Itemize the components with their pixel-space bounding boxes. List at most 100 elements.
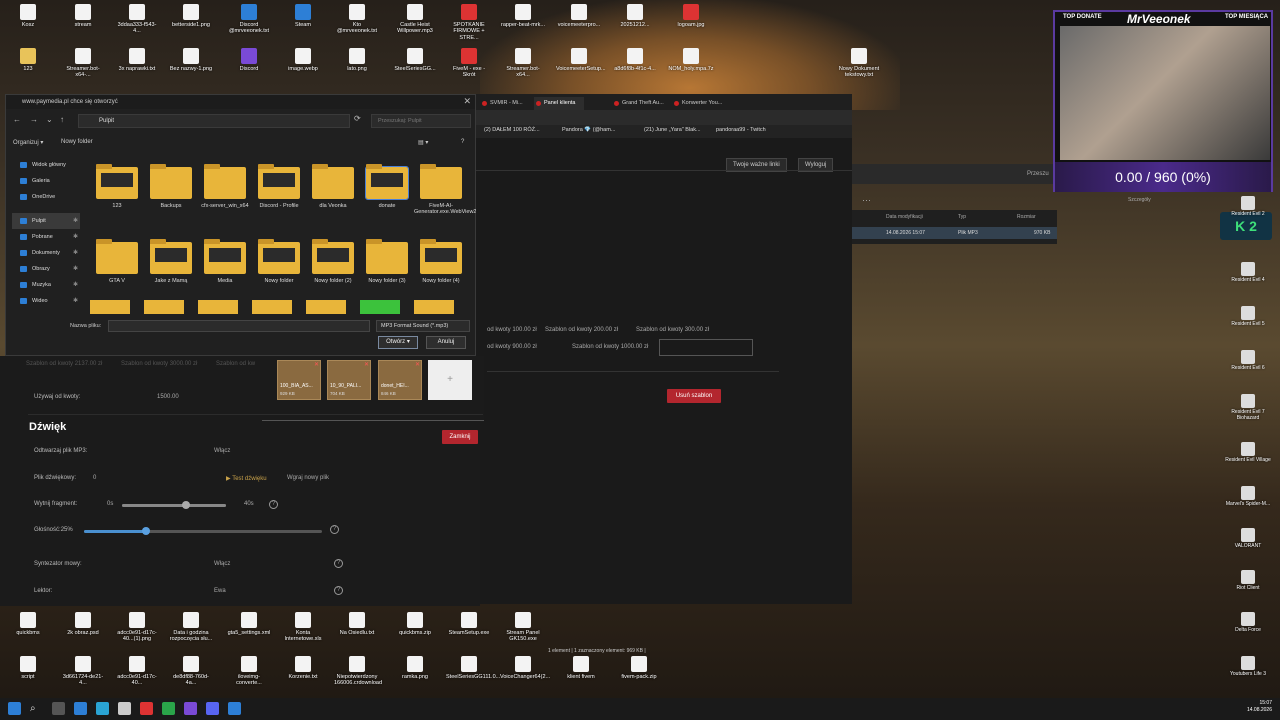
desktop-icon[interactable]: Castle Heist Willpower.mp3 bbox=[392, 4, 438, 35]
back-icon[interactable]: ← bbox=[13, 115, 21, 124]
browser-icon[interactable] bbox=[96, 702, 109, 715]
desktop-icon[interactable]: Bez nazwy-1.png bbox=[168, 48, 214, 72]
desktop-icon[interactable]: klient fivem bbox=[558, 656, 604, 680]
col-size[interactable]: Rozmiar bbox=[1017, 214, 1036, 220]
folder-item[interactable]: Nowy folder (4) bbox=[414, 239, 468, 284]
desktop-icon[interactable]: quickbms.zip bbox=[392, 612, 438, 636]
template-200[interactable]: Szablon od kwoty 200.00 zł bbox=[545, 327, 618, 333]
organize-button[interactable]: Organizuj ▾ bbox=[13, 139, 43, 146]
desktop-icon[interactable]: Konta Internetowe.xls bbox=[280, 612, 326, 643]
col-type[interactable]: Typ bbox=[958, 214, 966, 220]
start-icon[interactable] bbox=[8, 702, 21, 715]
desktop-icon[interactable]: lato.png bbox=[334, 48, 380, 72]
folder-item[interactable]: Jake z Mamą bbox=[144, 239, 198, 284]
desktop-shortcut[interactable]: VALORANT bbox=[1220, 528, 1276, 550]
desktop-icon[interactable]: gta5_settings.xml bbox=[226, 612, 272, 636]
desktop-icon[interactable]: betterside1.png bbox=[168, 4, 214, 28]
desktop-icon[interactable]: 20251212... bbox=[612, 4, 658, 28]
use-from-field[interactable]: 1500.00 bbox=[157, 394, 179, 400]
more-icon[interactable]: ··· bbox=[862, 195, 871, 205]
add-file-button[interactable]: + bbox=[428, 360, 472, 400]
sidebar-item[interactable]: Pulpit ✱ bbox=[12, 213, 80, 229]
mp3-file-tile[interactable]: ✕ 100_BIA_AS... 929 KB bbox=[277, 360, 321, 400]
mp3-file-tile[interactable]: ✕ 10_90_PALI... 704 KB bbox=[327, 360, 371, 400]
bookmark[interactable]: Pandora 💎 (@ham... bbox=[562, 127, 615, 133]
app2-icon[interactable] bbox=[228, 702, 241, 715]
sidebar-item[interactable]: Muzyka ✱ bbox=[12, 277, 80, 293]
view-icon[interactable]: ▤ ▾ bbox=[418, 139, 428, 146]
desktop-icon[interactable]: VoiceChanger64(2... bbox=[500, 656, 550, 680]
delete-template-button[interactable]: Usuń szablon bbox=[667, 389, 721, 403]
mp3-file-tile[interactable]: ✕ donet_HEI... 846 KB bbox=[378, 360, 422, 400]
explorer-search[interactable]: Przeszu bbox=[1027, 171, 1049, 177]
browser-tab[interactable]: Panel klienta bbox=[534, 97, 584, 110]
clock[interactable]: 15:07 14.08.2026 bbox=[1247, 700, 1272, 714]
desktop-icon[interactable]: Korzenie.txt bbox=[280, 656, 326, 680]
sidebar-item[interactable]: Galeria bbox=[12, 173, 80, 189]
store-icon[interactable] bbox=[118, 702, 131, 715]
desktop-icon[interactable]: Streamer.bot-x64... bbox=[500, 48, 546, 79]
folder-item[interactable]: Nowy folder bbox=[252, 239, 306, 284]
tts-select[interactable]: Włącz bbox=[214, 561, 230, 567]
help-icon[interactable]: ? bbox=[330, 525, 339, 534]
up-icon[interactable]: ↑ bbox=[60, 115, 64, 124]
browser-tab[interactable]: SVMIR - Mi... bbox=[480, 97, 528, 110]
desktop-shortcut[interactable]: Resident Evil 7 Biohazard bbox=[1220, 394, 1276, 421]
sidebar-item[interactable]: Obrazy ✱ bbox=[12, 261, 80, 277]
details-button[interactable]: Szczegóły bbox=[1128, 197, 1151, 203]
folder-item[interactable]: cfx-server_win_x64 bbox=[198, 164, 252, 209]
desktop-shortcut[interactable]: Resident Evil 4 bbox=[1220, 262, 1276, 284]
desktop-icon[interactable]: stream bbox=[60, 4, 106, 28]
test-sound-button[interactable]: ▶ Test dźwięku bbox=[226, 475, 267, 482]
desktop-icon[interactable]: FiveM - exe - Skrót bbox=[446, 48, 492, 79]
help-icon[interactable]: ? bbox=[269, 500, 278, 509]
desktop-icon[interactable]: 3ddaa333-f543-4... bbox=[114, 4, 160, 35]
upload-new-button[interactable]: Wgraj nowy plik bbox=[287, 475, 329, 481]
desktop-icon[interactable]: 2k obraz.psd bbox=[60, 612, 106, 636]
cancel-button[interactable]: Anuluj bbox=[426, 336, 466, 349]
desktop-shortcut[interactable]: Marvel's Spider-M... bbox=[1220, 486, 1276, 508]
template-100[interactable]: od kwoty 100.00 zł bbox=[487, 327, 537, 333]
sidebar-item[interactable]: Widok główny bbox=[12, 157, 80, 173]
discord-app-icon[interactable] bbox=[206, 702, 219, 715]
desktop-icon[interactable]: SteelSeriesGG111.0... bbox=[446, 656, 500, 680]
desktop-icon[interactable]: Streamer.bot-x64-... bbox=[60, 48, 106, 79]
folder-item[interactable]: GTA V bbox=[90, 239, 144, 284]
address-bar[interactable]: Pulpit bbox=[78, 114, 350, 128]
close-icon[interactable]: ✕ bbox=[463, 96, 471, 107]
folder-item[interactable]: FiveM-AI-Generator.exe.WebView2 bbox=[414, 164, 476, 215]
desktop-shortcut[interactable]: Resident Evil 5 bbox=[1220, 306, 1276, 328]
open-button[interactable]: Otwórz ▾ bbox=[378, 336, 418, 349]
edge-icon[interactable] bbox=[74, 702, 87, 715]
template-cut-1[interactable]: Szablon od kwoty 2137.00 zł bbox=[26, 361, 102, 367]
desktop-icon[interactable]: a8d6f8b-4f1c-4... bbox=[612, 48, 658, 72]
bookmark[interactable]: (2) DAŁEM 100 RÓŻ... bbox=[484, 127, 540, 133]
filename-field[interactable] bbox=[108, 320, 370, 332]
desktop-icon[interactable]: Kosz bbox=[5, 4, 51, 28]
chrome-icon[interactable] bbox=[162, 702, 175, 715]
desktop-shortcut[interactable]: Resident Evil Village bbox=[1220, 442, 1276, 464]
desktop-icon[interactable]: Na Osiedlu.txt bbox=[334, 612, 380, 636]
desktop-icon[interactable]: Nowy Dokument tekstowy.txt bbox=[836, 48, 882, 79]
template-active[interactable] bbox=[659, 339, 753, 356]
desktop-icon[interactable]: NOM_holy.mpa.7z bbox=[668, 48, 714, 72]
forward-icon[interactable]: → bbox=[30, 115, 38, 124]
help-icon[interactable]: ? bbox=[334, 559, 343, 568]
desktop-shortcut[interactable]: Resident Evil 6 bbox=[1220, 350, 1276, 372]
close-button[interactable]: Zamknij bbox=[442, 430, 478, 444]
reader-select[interactable]: Ewa bbox=[214, 588, 226, 594]
folder-item[interactable]: Nowy folder (2) bbox=[306, 239, 360, 284]
bookmark[interactable]: pandoraa99 - Twitch bbox=[716, 127, 766, 133]
template-900[interactable]: od kwoty 900.00 zł bbox=[487, 344, 537, 350]
new-folder-button[interactable]: Nowy folder bbox=[61, 139, 93, 145]
folder-item[interactable]: Discord - Profile bbox=[252, 164, 306, 209]
desktop-icon[interactable]: quickbms bbox=[5, 612, 51, 636]
help-icon[interactable]: ? bbox=[461, 139, 464, 145]
desktop-icon[interactable]: logoam.jpg bbox=[668, 4, 714, 28]
desktop-icon[interactable]: Niepotwierdzony 166006.crdownload bbox=[334, 656, 382, 687]
url-bar[interactable] bbox=[476, 110, 852, 125]
app-icon[interactable] bbox=[140, 702, 153, 715]
desktop-icon[interactable]: adcc0e91-d17c-40...(1).png bbox=[114, 612, 160, 643]
desktop-icon[interactable]: ramka.png bbox=[392, 656, 438, 680]
desktop-icon[interactable]: adcc0e91-d17c-40... bbox=[114, 656, 160, 687]
